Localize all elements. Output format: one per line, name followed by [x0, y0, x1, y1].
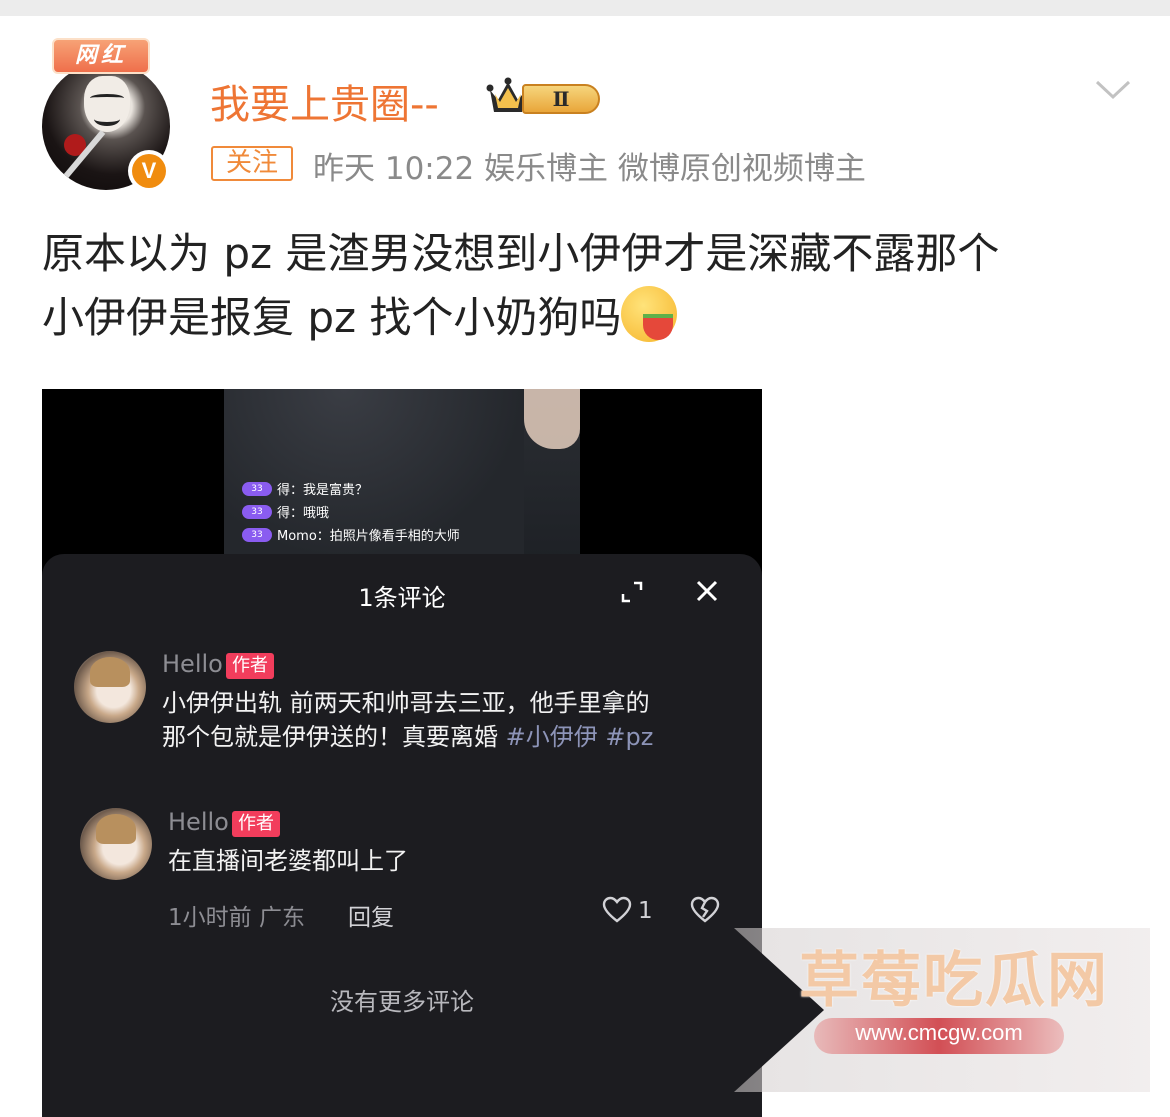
commenter-avatar[interactable] — [74, 651, 146, 723]
chat-line: 33 Momo：拍照片像看手相的大师 — [242, 523, 460, 546]
chat-level-badge: 33 — [242, 504, 272, 519]
chevron-down-icon[interactable] — [1094, 78, 1132, 102]
no-more-comments: 没有更多评论 — [330, 988, 474, 1016]
comment-text-line-2-wrap: 那个包就是伊伊送的！真要离婚 #小伊伊 #pz — [162, 720, 653, 754]
close-icon[interactable] — [694, 578, 720, 604]
watermark-title: 草莓吃瓜网 — [799, 946, 1109, 1016]
comment-text-line-2: 那个包就是伊伊送的！真要离婚 — [162, 723, 506, 751]
avatar-mask-graphic — [84, 76, 130, 132]
comment-hashtags[interactable]: #小伊伊 #pz — [506, 723, 654, 751]
post-line-2-wrap: 小伊伊是报复 pz 找个小奶狗吗 — [42, 286, 1132, 350]
comment-text-line-1: 小伊伊出轨 前两天和帅哥去三亚，他手里拿的 — [162, 689, 650, 717]
heart-icon[interactable] — [602, 896, 632, 924]
member-level-badge[interactable]: Ⅱ — [486, 76, 602, 118]
chat-level-badge: 33 — [242, 481, 272, 496]
watermark-url: www.cmcgw.com — [855, 1020, 1023, 1045]
broken-heart-icon[interactable] — [690, 896, 720, 924]
chat-level-badge: 33 — [242, 527, 272, 542]
chat-line: 33 得：我是富贵？ — [242, 477, 460, 500]
live-chat: 33 得：我是富贵？ 33 得：哦哦 33 Momo：拍照片像看手相的大师 — [242, 477, 460, 546]
chat-line: 33 得：哦哦 — [242, 500, 460, 523]
post-text: 原本以为 pz 是渣男没想到小伊伊才是深藏不露那个 小伊伊是报复 pz 找个小奶… — [42, 222, 1132, 350]
commenter-name[interactable]: Hello — [168, 808, 229, 836]
commenter-name[interactable]: Hello — [162, 650, 223, 678]
like-count: 1 — [638, 898, 653, 924]
verified-badge-label: V — [132, 154, 166, 188]
author-tag: 作者 — [226, 653, 274, 679]
follow-button[interactable]: 关注 — [211, 146, 293, 181]
comment-sheet: 1条评论 Hello 作者 小伊伊出轨 前两天和帅哥去三亚，他手里拿的 那个包就… — [42, 554, 762, 1117]
post-meta: 昨天 10:22 娱乐博主 微博原创视频博主 — [313, 151, 866, 187]
post-line-1: 原本以为 pz 是渣男没想到小伊伊才是深藏不露那个 — [42, 229, 1000, 278]
wanghong-badge: 网红 — [52, 38, 150, 74]
author-tag: 作者 — [232, 811, 280, 837]
comment-time-location: 1小时前 广东 — [168, 905, 305, 931]
verified-badge: V — [128, 150, 170, 192]
chat-text: 得：哦哦 — [277, 506, 330, 521]
commenter-avatar[interactable] — [80, 808, 152, 880]
reply-button[interactable]: 回复 — [348, 898, 394, 932]
watermelon-emoji-icon — [621, 286, 678, 342]
level-label: Ⅱ — [522, 84, 600, 114]
streamer-arm — [524, 389, 580, 449]
post-line-2: 小伊伊是报复 pz 找个小奶狗吗 — [42, 293, 622, 342]
comment-text: 在直播间老婆都叫上了 — [168, 847, 408, 875]
watermark: 草莓吃瓜网 www.cmcgw.com — [734, 928, 1150, 1092]
video-screenshot[interactable]: 33 得：我是富贵？ 33 得：哦哦 33 Momo：拍照片像看手相的大师 1条评论 … — [42, 389, 762, 1117]
username[interactable]: 我要上贵圈-- — [210, 72, 439, 130]
comment-sheet-title: 1条评论 — [358, 584, 446, 612]
chat-text: Momo：拍照片像看手相的大师 — [277, 529, 460, 544]
chat-text: 得：我是富贵？ — [277, 483, 369, 498]
expand-icon[interactable] — [620, 580, 644, 604]
top-strip — [0, 0, 1170, 16]
